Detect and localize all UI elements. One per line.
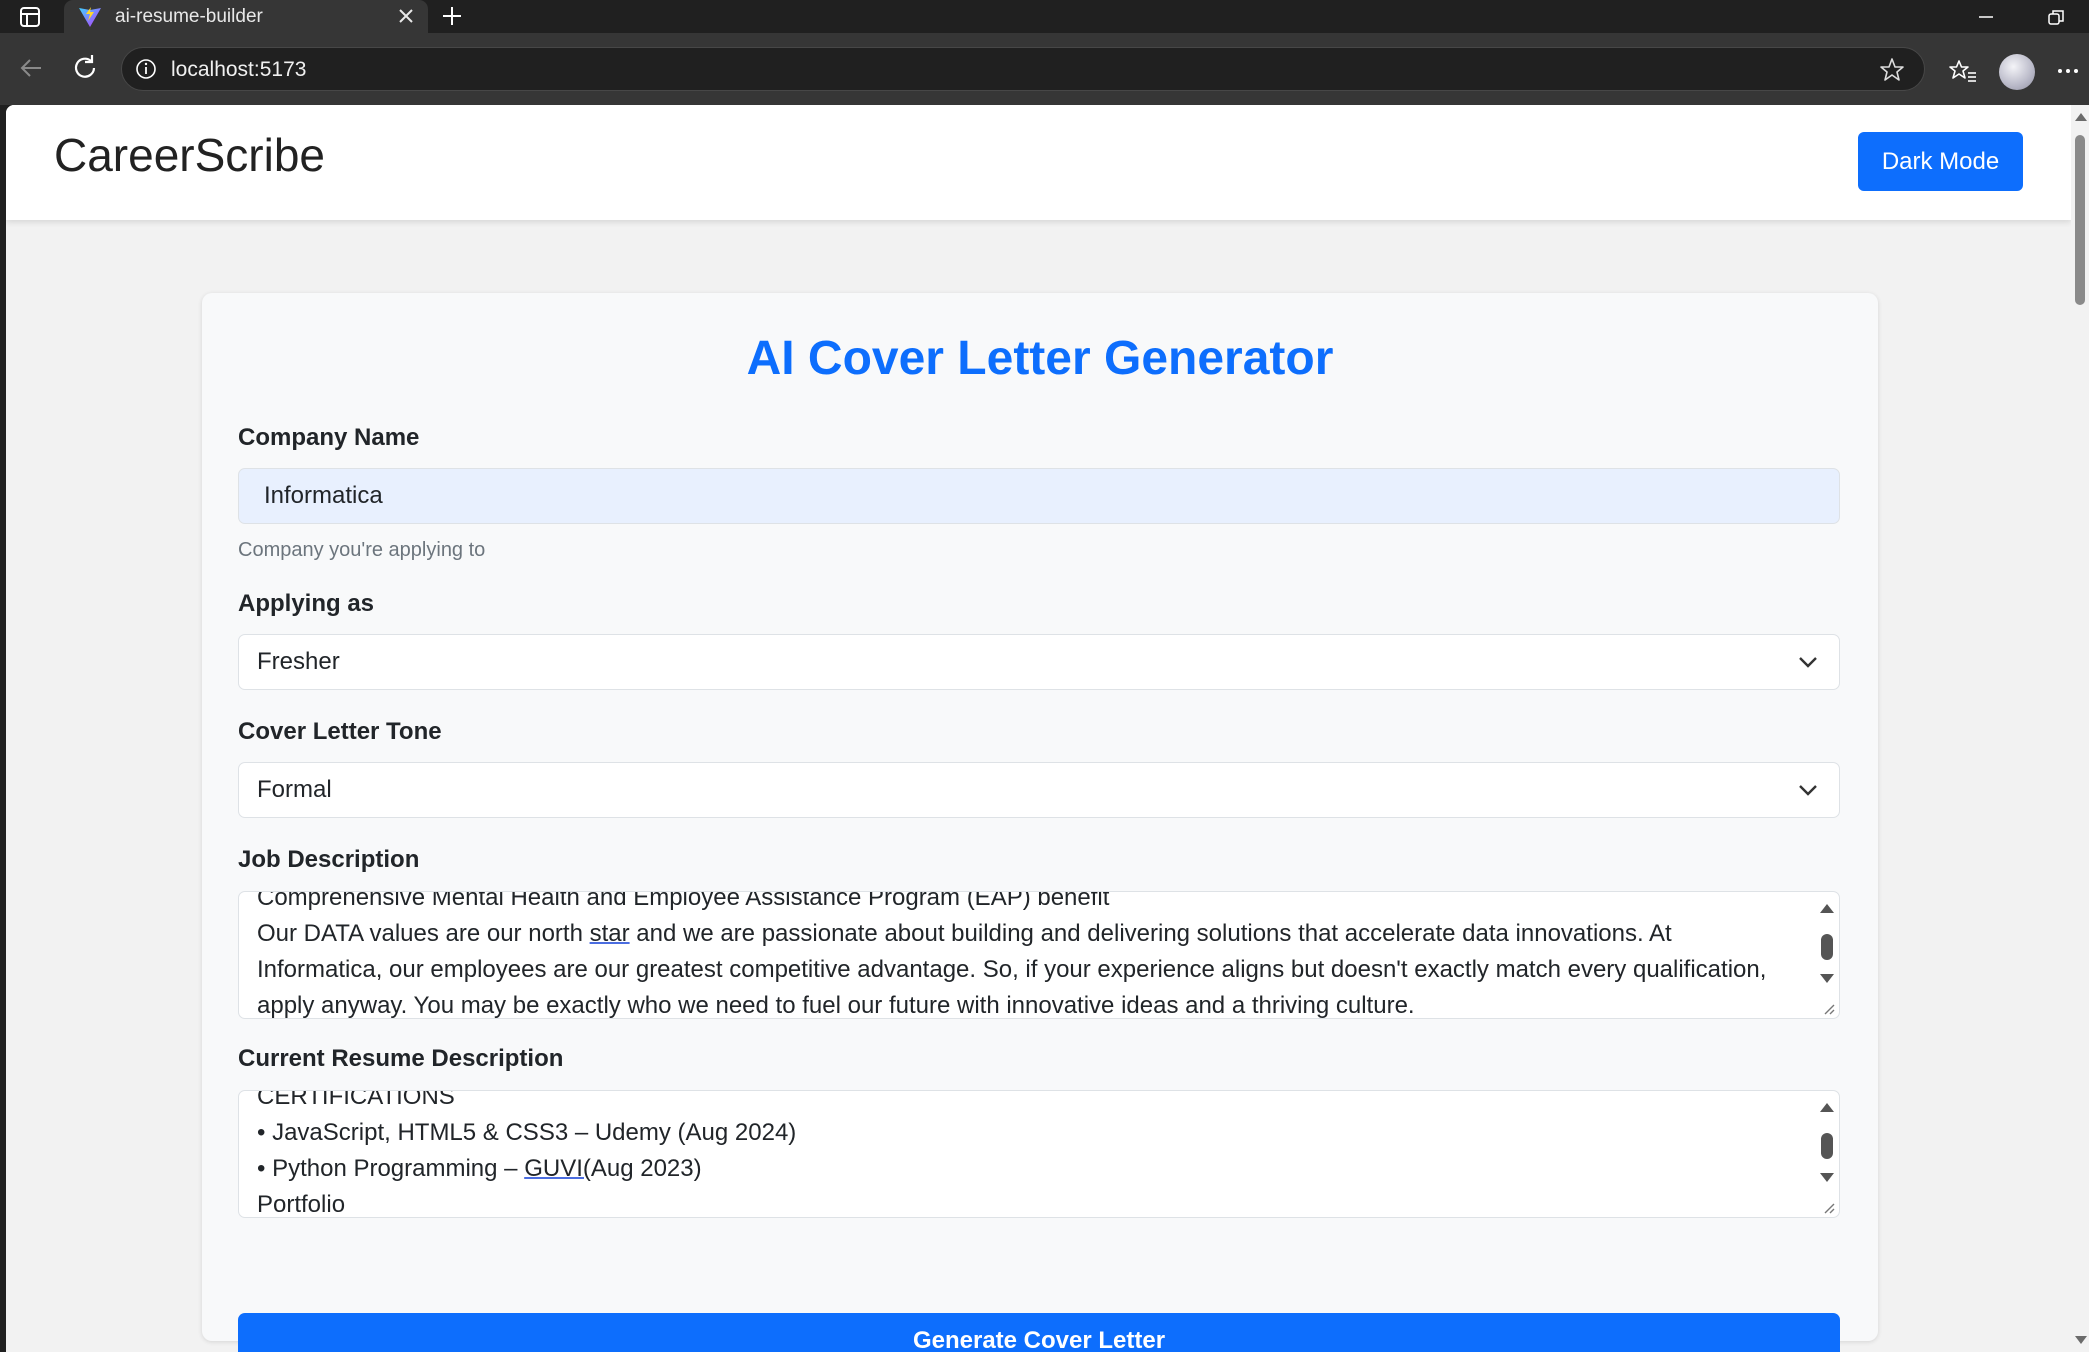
page-viewport: CareerScribe Dark Mode AI Cover Letter G… [6,105,2071,1352]
chevron-down-icon [1799,657,1817,668]
tone-label: Cover Letter Tone [238,718,442,745]
new-tab-icon[interactable] [440,4,464,28]
resume-text: CERTIFICATIONS • JavaScript, HTML5 & CSS… [257,1090,1779,1218]
minimize-window-icon[interactable] [1976,8,1996,26]
scroll-thumb[interactable] [2075,135,2085,305]
company-name-input[interactable]: Informatica [238,468,1840,524]
page-title: AI Cover Letter Generator [746,332,1334,385]
page-scrollbar[interactable] [2071,105,2089,1352]
resize-handle-icon[interactable] [1821,1200,1835,1214]
scroll-thumb[interactable] [1821,1133,1833,1159]
textarea-scrollbar[interactable] [1817,1091,1837,1217]
app-navbar: CareerScribe Dark Mode [6,105,2071,220]
url-text: localhost:5173 [171,58,307,81]
back-arrow-icon[interactable] [14,51,48,85]
scroll-thumb[interactable] [1821,934,1833,960]
scroll-up-arrow-icon[interactable] [2075,113,2087,121]
text-line: • Python Programming – GUVI(Aug 2023) [257,1155,702,1182]
resume-label: Current Resume Description [238,1045,564,1072]
dark-mode-button[interactable]: Dark Mode [1858,132,2023,191]
text-line: Our DATA values are our north star and w… [257,920,1672,947]
job-description-textarea[interactable]: Comprehensive Mental Health and Employee… [238,891,1840,1019]
resume-textarea[interactable]: CERTIFICATIONS • JavaScript, HTML5 & CSS… [238,1090,1840,1218]
tab-title: ai-resume-builder [115,6,263,27]
browser-toolbar: localhost:5173 [0,33,2089,105]
cover-letter-form-card: AI Cover Letter Generator Company Name I… [202,293,1878,1352]
scroll-up-arrow-icon[interactable] [1820,904,1834,913]
tone-value: Formal [257,776,332,803]
text-line: Informatica, our employees are our great… [257,956,1767,983]
reload-icon[interactable] [68,51,102,85]
text-line: Comprehensive Mental Health and Employee… [257,891,1110,911]
address-bar[interactable]: localhost:5173 [121,47,1925,91]
applying-as-label: Applying as [238,590,375,617]
scroll-down-arrow-icon[interactable] [1820,974,1834,983]
favorite-star-icon[interactable] [1878,56,1906,84]
job-description-text: Comprehensive Mental Health and Employee… [257,891,1779,1019]
resize-handle-icon[interactable] [1821,1001,1835,1015]
chevron-down-icon [1799,785,1817,796]
scroll-up-arrow-icon[interactable] [1820,1103,1834,1112]
browser-tab-bar: ai-resume-builder [0,0,2089,33]
scroll-down-arrow-icon[interactable] [1820,1173,1834,1182]
tab-actions-icon[interactable] [19,6,41,28]
text-line: CERTIFICATIONS [257,1090,455,1110]
brand-logo-text[interactable]: CareerScribe [54,128,325,182]
company-help-text: Company you're applying to [238,539,486,561]
generate-cover-letter-button[interactable]: Generate Cover Letter [238,1313,1840,1352]
restore-window-icon[interactable] [2046,8,2066,26]
close-tab-icon[interactable] [396,6,416,26]
more-options-icon[interactable] [2055,58,2081,84]
applying-as-select[interactable]: Fresher [238,634,1840,690]
profile-avatar[interactable] [1999,54,2035,90]
textarea-scrollbar[interactable] [1817,892,1837,1018]
applying-as-value: Fresher [257,648,340,675]
tone-select[interactable]: Formal [238,762,1840,818]
text-line: • JavaScript, HTML5 & CSS3 – Udemy (Aug … [257,1119,797,1146]
favorites-icon[interactable] [1948,57,1978,85]
text-line: Portfolio [257,1191,346,1218]
vite-favicon-icon [79,7,101,27]
company-name-label: Company Name [238,424,420,451]
text-line: apply anyway. You may be exactly who we … [257,992,1415,1019]
job-description-label: Job Description [238,846,420,873]
scroll-down-arrow-icon[interactable] [2075,1336,2087,1344]
browser-tab-active[interactable]: ai-resume-builder [64,0,428,33]
site-info-icon[interactable] [134,57,158,81]
